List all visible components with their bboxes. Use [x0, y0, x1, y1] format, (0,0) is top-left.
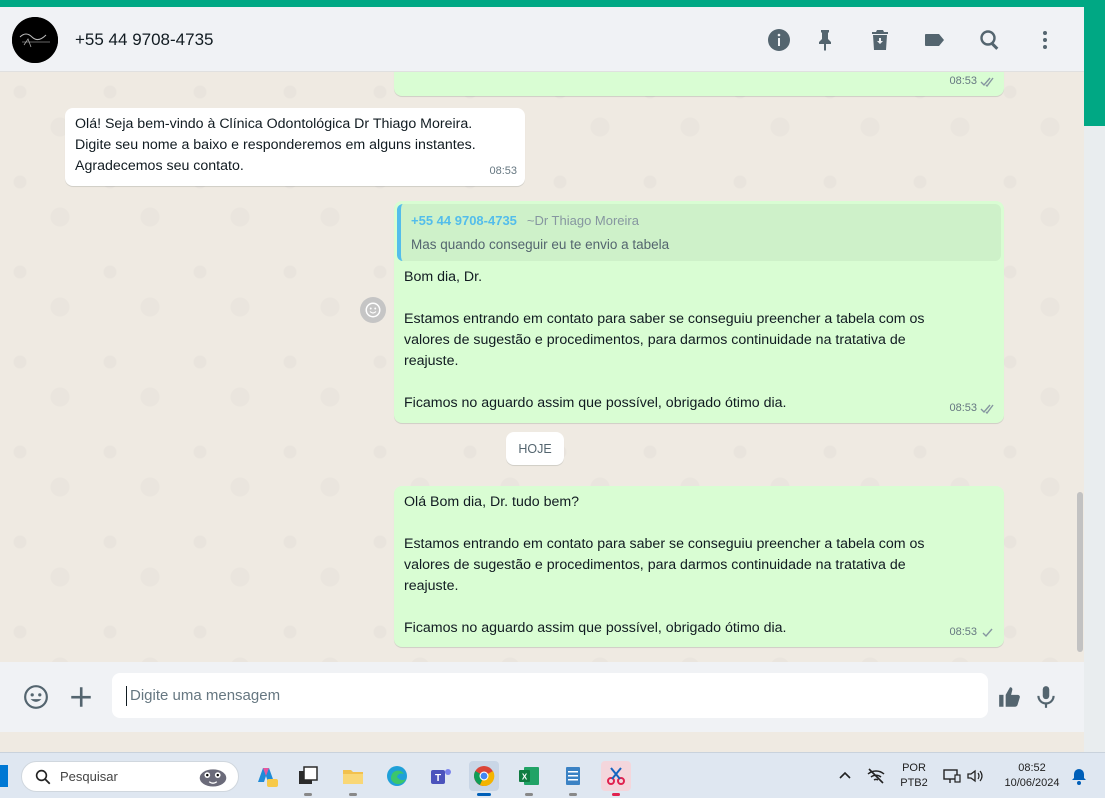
app-indicator	[612, 793, 620, 796]
double-check-icon	[980, 77, 994, 87]
outgoing-reply-bubble[interactable]: +55 44 9708-4735 ~Dr Thiago Moreira Mas …	[394, 201, 1004, 423]
label-icon[interactable]	[922, 27, 948, 53]
quote-text: Mas quando conseguir eu te envio a tabel…	[411, 237, 670, 252]
app-indicator	[477, 793, 491, 796]
pin-icon[interactable]	[812, 27, 838, 53]
start-button[interactable]	[0, 765, 8, 787]
windows-taskbar: Pesquisar T X POR PTB2 08:52 10/06/2024	[0, 752, 1105, 798]
contact-name[interactable]: +55 44 9708-4735	[75, 30, 214, 50]
notification-bell-icon[interactable]	[1069, 766, 1089, 786]
quoted-message[interactable]: +55 44 9708-4735 ~Dr Thiago Moreira Mas …	[397, 204, 1001, 261]
chevron-up-icon[interactable]	[835, 766, 855, 786]
side-panel	[1084, 126, 1105, 752]
incoming-message-bubble[interactable]: Olá! Seja bem-vindo à Clínica Odontológi…	[65, 108, 525, 186]
app-indicator	[525, 793, 533, 796]
previous-message-bubble[interactable]: 08:53	[394, 72, 1004, 96]
message-text: Olá Bom dia, Dr. tudo bem? Estamos entra…	[404, 494, 925, 636]
thumbs-up-icon[interactable]	[995, 682, 1025, 712]
emoji-icon[interactable]	[21, 682, 51, 712]
avatar-logo-icon	[12, 17, 58, 63]
side-accent-bar	[1084, 0, 1105, 126]
plus-icon[interactable]	[66, 682, 96, 712]
chrome-browser-icon[interactable]	[469, 761, 499, 796]
react-emoji-button[interactable]	[360, 297, 386, 323]
teams-app-icon[interactable]: T	[426, 761, 456, 791]
message-time: 08:53	[949, 622, 996, 643]
display-icon[interactable]	[942, 766, 962, 786]
message-text: Olá! Seja bem-vindo à Clínica Odontológi…	[75, 116, 476, 174]
emoji-icon	[365, 302, 381, 318]
excel-app-icon[interactable]: X	[514, 761, 544, 796]
quote-author: +55 44 9708-4735	[411, 213, 517, 228]
avatar[interactable]	[12, 17, 58, 63]
delete-icon[interactable]	[867, 27, 893, 53]
message-time: 08:53	[949, 72, 996, 92]
taskbar-search[interactable]: Pesquisar	[21, 761, 239, 792]
single-check-icon	[982, 628, 993, 638]
task-view-icon[interactable]	[293, 761, 323, 796]
svg-text:T: T	[435, 773, 441, 784]
double-check-icon	[980, 404, 994, 414]
message-time: 08:53	[489, 165, 517, 177]
chat-scrollbar[interactable]	[1076, 72, 1084, 662]
app-indicator	[569, 793, 577, 796]
app-indicator	[349, 793, 357, 796]
quote-author-name: ~Dr Thiago Moreira	[526, 213, 639, 228]
menu-icon[interactable]	[1032, 27, 1058, 53]
snipping-tool-icon[interactable]	[601, 761, 631, 796]
edge-browser-icon[interactable]	[382, 761, 412, 791]
outgoing-message-bubble[interactable]: Olá Bom dia, Dr. tudo bem? Estamos entra…	[394, 486, 1004, 647]
chat-area[interactable]: 08:53 Olá! Seja bem-vindo à Clínica Odon…	[0, 72, 1084, 662]
whatsapp-window: +55 44 9708-4735 08:53 Olá! Seja bem-vin…	[0, 7, 1084, 752]
search-icon[interactable]	[977, 27, 1003, 53]
file-explorer-icon[interactable]	[338, 761, 368, 796]
date-divider: HOJE	[506, 432, 564, 465]
top-accent-bar	[0, 0, 1105, 7]
chat-header: +55 44 9708-4735	[0, 7, 1084, 72]
network-disconnected-icon[interactable]	[866, 766, 886, 786]
message-input[interactable]	[112, 673, 988, 718]
volume-icon[interactable]	[965, 766, 985, 786]
app-indicator	[304, 793, 312, 796]
message-time: 08:53	[949, 398, 996, 419]
copilot-app-icon[interactable]	[251, 761, 281, 791]
text-caret	[126, 686, 127, 706]
svg-text:X: X	[522, 773, 528, 782]
search-highlight-icon	[199, 769, 227, 787]
search-label: Pesquisar	[60, 769, 118, 784]
scroll-thumb[interactable]	[1077, 492, 1083, 652]
notepad-app-icon[interactable]	[558, 761, 588, 796]
info-icon[interactable]	[766, 27, 792, 53]
language-indicator[interactable]: POR PTB2	[898, 761, 930, 791]
system-clock[interactable]: 08:52 10/06/2024	[996, 761, 1068, 791]
message-text: Bom dia, Dr. Estamos entrando em contato…	[404, 269, 925, 411]
search-icon	[35, 769, 51, 784]
microphone-icon[interactable]	[1031, 682, 1061, 712]
message-composer	[0, 662, 1084, 732]
